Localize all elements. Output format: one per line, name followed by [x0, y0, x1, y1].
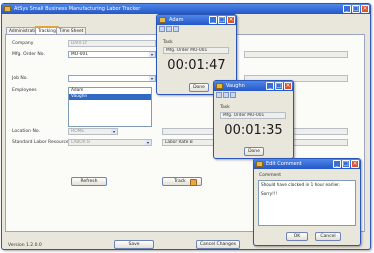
adam-task-label: Task	[163, 40, 173, 45]
standard-labor-value: LABOR B	[71, 140, 90, 145]
adam-titlebar: Adam _ □ ×	[157, 15, 236, 25]
pause-icon[interactable]	[223, 92, 229, 98]
ok-button[interactable]: OK	[286, 232, 308, 241]
vaughn-window-controls: _ □ ×	[266, 82, 292, 90]
adam-done-button[interactable]: Done	[189, 83, 209, 92]
comment-label: Comment	[259, 173, 282, 178]
track-label: Track	[174, 179, 186, 184]
comment-textarea[interactable]: Should have clocked in 1 hour earlier. S…	[258, 180, 356, 226]
comment-window-controls: _ □ ×	[333, 160, 359, 168]
maximize-icon[interactable]: □	[275, 82, 283, 90]
main-window-title: AtSys Small Business Manufacturing Labor…	[14, 6, 141, 12]
minimize-icon[interactable]: _	[333, 160, 341, 168]
comment-dialog-title: Edit Comment	[266, 161, 302, 167]
note-icon[interactable]	[173, 26, 179, 32]
vaughn-task-field: Mfg. Order MO-001	[220, 112, 286, 119]
edit-comment-dialog: Edit Comment _ □ × Comment Should have c…	[253, 158, 361, 246]
employee-item-vaughn[interactable]: Vaughn	[69, 94, 151, 100]
note-icon[interactable]	[230, 92, 236, 98]
cancel-button[interactable]: Cancel	[315, 232, 341, 241]
employees-label: Employees	[12, 88, 37, 93]
job-label: Job No.	[12, 76, 28, 81]
comment-line-2: Sorry!!!	[261, 191, 278, 196]
main-window-controls: _ □ ×	[343, 5, 369, 13]
location-label: Location No.	[12, 129, 40, 134]
adam-window-controls: _ □ ×	[209, 16, 235, 24]
refresh-button[interactable]: Refresh	[71, 177, 107, 186]
job-select[interactable]: ▾	[68, 75, 156, 82]
chevron-down-icon: ▾	[111, 129, 117, 134]
close-icon[interactable]: ×	[351, 160, 359, 168]
timer-window-icon	[216, 83, 223, 89]
close-icon[interactable]: ×	[284, 82, 292, 90]
adam-elapsed-time: 00:01:47	[167, 58, 226, 73]
chevron-down-icon[interactable]: ▾	[149, 76, 155, 81]
minimize-icon[interactable]: _	[209, 16, 217, 24]
location-value: HOME	[71, 129, 85, 134]
maximize-icon[interactable]: □	[352, 5, 360, 13]
order-description-field	[244, 51, 348, 58]
adam-task-field: Mfg. Order MO-001	[163, 47, 229, 54]
vaughn-timer-window: Vaughn _ □ × Task Mfg. Order MO-001 00:0…	[213, 80, 294, 159]
adam-toolbar	[159, 26, 179, 33]
order-select[interactable]: MO-001 ▾	[68, 51, 156, 58]
vaughn-toolbar	[216, 92, 236, 99]
save-button[interactable]: Save	[114, 240, 154, 249]
minimize-icon[interactable]: _	[266, 82, 274, 90]
standard-labor-select: LABOR B ▾	[68, 139, 152, 146]
chevron-down-icon: ▾	[145, 140, 151, 145]
comment-line-1: Should have clocked in 1 hour earlier.	[261, 182, 340, 187]
minimize-icon[interactable]: _	[343, 5, 351, 13]
location-select: HOME ▾	[68, 128, 118, 135]
company-field: DARFLY	[68, 40, 156, 47]
standard-labor-label: Standard Labor Resource	[12, 140, 69, 145]
pause-icon[interactable]	[166, 26, 172, 32]
maximize-icon[interactable]: □	[342, 160, 350, 168]
track-button[interactable]: Track	[162, 177, 202, 186]
vaughn-task-label: Task	[220, 105, 230, 110]
close-icon[interactable]: ×	[227, 16, 235, 24]
company-label: Company	[12, 41, 34, 46]
vaughn-done-button[interactable]: Done	[244, 147, 264, 156]
vaughn-titlebar: Vaughn _ □ ×	[214, 81, 293, 91]
version-label: Version 1.2.0.0	[8, 243, 42, 248]
app-icon	[4, 6, 11, 12]
timer-window-icon	[159, 17, 166, 23]
main-titlebar: AtSys Small Business Manufacturing Labor…	[2, 4, 370, 14]
vaughn-window-title: Vaughn	[226, 83, 245, 89]
adam-window-title: Adam	[169, 17, 184, 23]
order-label: Mfg. Order No.	[12, 52, 45, 57]
maximize-icon[interactable]: □	[218, 16, 226, 24]
order-value: MO-001	[71, 52, 88, 57]
comment-icon	[256, 161, 263, 167]
chevron-down-icon[interactable]: ▾	[149, 52, 155, 57]
employees-list[interactable]: Adam Vaughn	[68, 87, 152, 127]
close-icon[interactable]: ×	[361, 5, 369, 13]
comment-titlebar: Edit Comment _ □ ×	[254, 159, 360, 169]
play-icon[interactable]	[216, 92, 222, 98]
play-icon[interactable]	[159, 26, 165, 32]
cancel-changes-button[interactable]: Cancel Changes	[196, 240, 240, 249]
track-icon	[190, 179, 197, 186]
vaughn-elapsed-time: 00:01:35	[224, 123, 283, 138]
